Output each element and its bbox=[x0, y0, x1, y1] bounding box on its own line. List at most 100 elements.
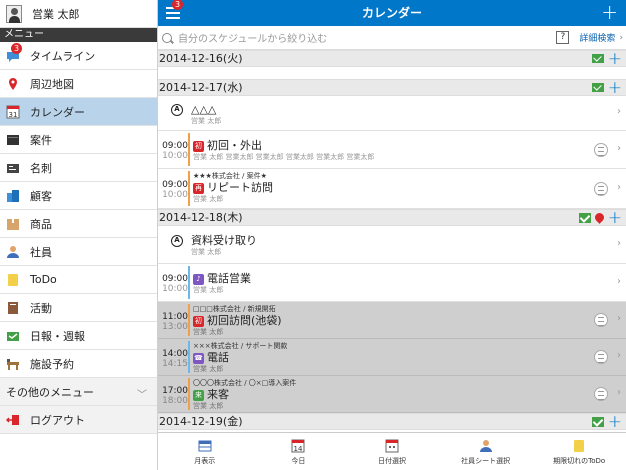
sidebar-item-label: 顧客 bbox=[30, 189, 52, 203]
event-row[interactable]: 14:00 14:15 ×××株式会社 / サポート関款 ☎ 電話 営業 太郎 › bbox=[158, 339, 626, 376]
sidebar-item-business-cards[interactable]: 名刺 bbox=[0, 154, 157, 182]
tab-label: 社員シート選択 bbox=[461, 457, 511, 465]
header-bar: 3 カレンダー + bbox=[158, 0, 626, 26]
sidebar-item-label: 名刺 bbox=[30, 161, 52, 175]
tab-month-view[interactable]: 月表示 bbox=[158, 433, 252, 470]
event-title: 電話営業 bbox=[207, 272, 251, 285]
event-attendees: 営業 太郎 bbox=[193, 328, 224, 336]
category-bar bbox=[188, 171, 190, 206]
page-title: カレンダー bbox=[361, 6, 422, 20]
end-time: 10:00 bbox=[162, 151, 188, 161]
business-card-icon bbox=[6, 161, 20, 175]
map-pin-icon[interactable] bbox=[592, 211, 606, 224]
tab-today[interactable]: 14 今日 bbox=[252, 433, 346, 470]
check-report-icon[interactable] bbox=[591, 416, 604, 427]
sidebar-item-label: タイムライン bbox=[30, 49, 96, 63]
notebook-icon bbox=[6, 301, 20, 315]
box-icon bbox=[6, 217, 20, 231]
category-bar bbox=[188, 341, 190, 373]
tab-label: 今日 bbox=[291, 457, 306, 465]
add-event-icon[interactable]: + bbox=[608, 50, 622, 67]
sidebar-item-deals[interactable]: 案件 bbox=[0, 126, 157, 154]
end-time: 18:00 bbox=[162, 396, 188, 406]
daily-report-icon[interactable] bbox=[591, 83, 604, 92]
daily-report-icon[interactable] bbox=[591, 54, 604, 63]
event-attendees: 営業 太郎 bbox=[193, 195, 224, 203]
event-row[interactable]: A △△△ 営業 太郎 › bbox=[158, 96, 626, 131]
date-header: 2014-12-17(水) + bbox=[158, 79, 626, 96]
tab-employee-sheet[interactable]: 社員シート選択 bbox=[439, 433, 533, 470]
sidebar-item-facility-booking[interactable]: 施設予約 bbox=[0, 350, 157, 378]
more-menu-icon[interactable] bbox=[594, 350, 608, 364]
tab-label: 期限切れのToDo bbox=[553, 457, 606, 465]
sidebar-item-label: 案件 bbox=[30, 133, 52, 147]
more-menu-icon[interactable] bbox=[594, 313, 608, 327]
more-menu-icon[interactable] bbox=[594, 181, 608, 196]
calendar-icon: 31 bbox=[6, 105, 20, 119]
event-title: 来客 bbox=[207, 388, 229, 401]
event-row[interactable]: 09:00 10:00 初初回・外出 営業 太郎 営業太郎 営業太郎 営業太郎 営… bbox=[158, 131, 626, 169]
end-time: 13:00 bbox=[162, 322, 188, 332]
event-attendees: 営業 太郎 bbox=[193, 402, 224, 410]
add-icon[interactable]: + bbox=[601, 0, 618, 24]
chevron-right-icon: › bbox=[617, 181, 621, 193]
category-badge: 再 bbox=[193, 182, 204, 194]
sidebar-item-other-menu[interactable]: その他のメニュー ﹀ bbox=[0, 378, 157, 406]
avatar bbox=[6, 4, 22, 23]
category-badge: ♪ bbox=[193, 273, 204, 285]
user-profile[interactable]: 営業 太郎 bbox=[0, 0, 157, 28]
event-company: □□□株式会社 / 新規開拓 bbox=[193, 305, 276, 313]
sidebar-item-employees[interactable]: 社員 bbox=[0, 238, 157, 266]
sidebar-item-todo[interactable]: ToDo bbox=[0, 266, 157, 294]
search-bar: 自分のスケジュールから絞り込む ? 詳細検索 › bbox=[158, 26, 626, 50]
start-time: 11:00 bbox=[162, 312, 188, 322]
all-day-icon: A bbox=[171, 104, 183, 116]
sidebar-item-products[interactable]: 商品 bbox=[0, 210, 157, 238]
logout-icon bbox=[5, 413, 20, 427]
chevron-right-icon: › bbox=[617, 275, 621, 287]
add-event-icon[interactable]: + bbox=[608, 413, 622, 430]
event-title: 初回訪問(池袋) bbox=[207, 314, 282, 327]
start-time: 09:00 bbox=[162, 180, 188, 190]
more-menu-icon[interactable] bbox=[594, 142, 608, 157]
sidebar-item-label: ToDo bbox=[30, 273, 57, 286]
sidebar-item-logout[interactable]: ログアウト bbox=[0, 406, 157, 434]
event-row[interactable]: A 資料受け取り 営業 太郎 › bbox=[158, 226, 626, 264]
event-row[interactable]: 09:00 10:00 ♪ 電話営業 営業 太郎 › bbox=[158, 264, 626, 302]
date-header: 2014-12-18(木) + bbox=[158, 209, 626, 226]
category-badge: ☎ bbox=[193, 352, 204, 364]
chevron-right-icon: › bbox=[617, 350, 621, 361]
tab-overdue-todo[interactable]: 期限切れのToDo bbox=[532, 433, 626, 470]
check-report-icon[interactable] bbox=[578, 212, 591, 223]
facility-icon bbox=[6, 357, 20, 371]
start-time: 17:00 bbox=[162, 386, 188, 396]
event-row[interactable]: 11:00 13:00 □□□株式会社 / 新規開拓 初初回訪問(池袋) 営業 太… bbox=[158, 302, 626, 339]
add-event-icon[interactable]: + bbox=[608, 209, 622, 226]
sidebar-item-activity[interactable]: 活動 bbox=[0, 294, 157, 322]
tab-date-select[interactable]: 日付選択 bbox=[345, 433, 439, 470]
event-title: 資料受け取り bbox=[191, 234, 257, 247]
sidebar-item-map[interactable]: 周辺地図 bbox=[0, 70, 157, 98]
sidebar-item-timeline[interactable]: 3 タイムライン bbox=[0, 42, 157, 70]
more-menu-icon[interactable] bbox=[594, 387, 608, 401]
chevron-right-icon: › bbox=[619, 32, 623, 43]
sidebar-item-label: 社員 bbox=[30, 245, 52, 259]
sidebar-item-daily-report[interactable]: 日報・週報 bbox=[0, 322, 157, 350]
chevron-right-icon: › bbox=[617, 387, 621, 398]
sidebar-item-calendar[interactable]: 31 カレンダー bbox=[0, 98, 157, 126]
date-label: 2014-12-18(木) bbox=[159, 211, 243, 224]
help-icon[interactable]: ? bbox=[556, 31, 570, 44]
event-title: △△△ bbox=[191, 103, 217, 116]
event-row[interactable]: 17:00 18:00 〇〇〇株式会社 / 〇×□導入案件 来来客 営業 太郎 › bbox=[158, 376, 626, 413]
add-event-icon[interactable]: + bbox=[608, 79, 622, 96]
bottom-toolbar: 月表示 14 今日 日付選択 社員シート選択 期限切れのToDo bbox=[158, 432, 626, 470]
tab-label: 月表示 bbox=[194, 457, 216, 465]
end-time: 14:15 bbox=[162, 359, 188, 369]
report-icon bbox=[6, 329, 20, 343]
event-row[interactable]: 09:00 10:00 ★★★株式会社 / 案件★ 再リピート訪問 営業 太郎 › bbox=[158, 169, 626, 209]
advanced-search-link[interactable]: 詳細検索 bbox=[579, 31, 615, 44]
search-input[interactable]: 自分のスケジュールから絞り込む bbox=[178, 30, 556, 45]
sidebar-item-customers[interactable]: 顧客 bbox=[0, 182, 157, 210]
end-time: 10:00 bbox=[162, 284, 188, 294]
chevron-right-icon: › bbox=[617, 106, 621, 117]
